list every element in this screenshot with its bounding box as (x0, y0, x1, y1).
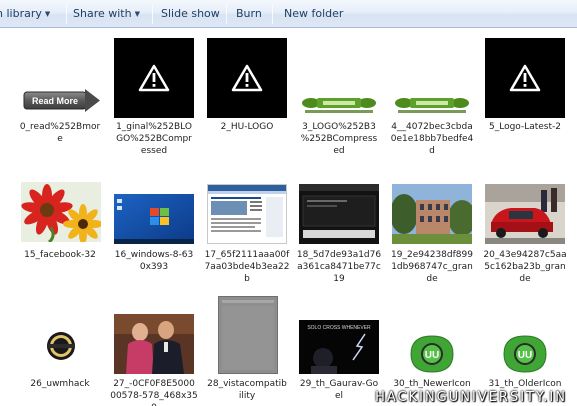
file-name: 26_uwmhack (30, 379, 90, 389)
toolbar-separator (272, 4, 273, 24)
gray-screenshot-thumbnail (218, 296, 278, 374)
file-name: 20_43e94287c5aa 5c162ba23b_gran de (483, 250, 567, 284)
read-more-button-image: Read More (23, 89, 100, 112)
site-watermark: HACKINGUNIVERSITY.IN (375, 390, 567, 405)
gray-screenshot-image (218, 296, 278, 374)
file-name: 1_ginal%252BLO GO%252BCompr essed (116, 122, 192, 156)
round-badge-thumbnail (21, 330, 101, 362)
read-more-thumbnail: Read More (21, 86, 101, 116)
file-name: 29_th_Gaurav-Go el (299, 379, 379, 401)
chevron-down-icon: ▼ (134, 10, 140, 18)
uu-icon-text: UU (425, 350, 439, 361)
warning-icon (231, 64, 263, 92)
uu-icon-thumbnail: UU (500, 334, 550, 374)
slide-show-button[interactable]: Slide show (161, 7, 220, 21)
broken-image-thumbnail (485, 38, 565, 118)
poster-title-text: SOLO CROSS WHENEVER (307, 325, 371, 331)
windows-desktop-thumbnail (114, 194, 194, 244)
file-name: 31_th_OlderIcon (488, 379, 562, 389)
broken-image-thumbnail (114, 38, 194, 118)
dark-screenshot-image (299, 184, 379, 244)
green-banner-logo-image (299, 96, 379, 116)
read-more-text: Read More (32, 96, 78, 106)
chevron-down-icon: ▼ (44, 10, 51, 18)
file-name: 4__4072bec3cbda 0e1e18bb7bedfe4 d (390, 122, 474, 156)
toolbar-separator (152, 4, 153, 24)
command-bar: n library ▼ Share with ▼ Slide show Burn N… (0, 0, 577, 28)
uu-icon-text: UU (518, 350, 532, 361)
burn-button[interactable]: Burn (236, 7, 262, 21)
toolbar-separator (226, 4, 227, 24)
toolbar-separator (66, 4, 67, 24)
warning-icon (138, 64, 170, 92)
warning-icon (509, 64, 541, 92)
file-name: 2_HU-LOGO (220, 122, 274, 132)
round-badge-image (47, 332, 75, 360)
share-with-button[interactable]: Share with ▼ (73, 7, 140, 21)
flower-photo-image (21, 182, 101, 242)
people-photo-image (114, 314, 194, 374)
file-name: 0_read%252Bmor e (19, 122, 101, 144)
green-banner-thumbnail (392, 96, 472, 116)
file-name: 5_Logo-Latest-2 (488, 122, 561, 132)
file-name: 15_facebook-32 (24, 250, 96, 260)
lightning-poster-thumbnail: SOLO CROSS WHENEVER (299, 320, 379, 374)
webpage-screenshot-image (208, 185, 286, 237)
uu-icon-image: UU (503, 335, 547, 373)
file-name: 19_2e94238df899 1db968747c_gran de (391, 250, 473, 284)
webpage-screenshot-thumbnail (207, 184, 287, 244)
building-photo-thumbnail (392, 184, 472, 244)
people-photo-thumbnail (114, 314, 194, 374)
file-name: 16_windows-8-63 0x393 (114, 250, 194, 272)
broken-image-thumbnail (207, 38, 287, 118)
file-name: 18_5d7de93a1d76 a361ca8471be77c 19 (296, 250, 382, 284)
file-name: 3_LOGO%252B3 %252BCompress ed (300, 122, 378, 156)
file-name: 30_th_NewerIcon (393, 379, 471, 389)
car-photo-thumbnail (485, 184, 565, 244)
new-folder-button[interactable]: New folder (284, 7, 343, 21)
lightning-poster-image: SOLO CROSS WHENEVER (299, 320, 379, 374)
uu-icon-image: UU (410, 335, 454, 373)
green-banner-logo-image (392, 96, 472, 116)
dark-screenshot-thumbnail (299, 184, 379, 244)
building-photo-image (392, 184, 472, 244)
flower-photo-thumbnail (21, 182, 101, 242)
file-name: 28_vistacompatib ility (207, 379, 287, 401)
file-name: 27_-0CF0F8E5000 00578-578_468x35 0 (110, 379, 198, 406)
car-photo-image (485, 184, 565, 244)
library-label: n library (0, 7, 42, 20)
green-banner-thumbnail (299, 96, 379, 116)
file-name: 17_65f2111aaa00f 7aa03bde4b3ea22 b (204, 250, 290, 284)
library-menu-button[interactable]: n library ▼ (0, 7, 50, 21)
uu-icon-thumbnail: UU (407, 334, 457, 374)
windows-desktop-image (114, 194, 194, 244)
share-with-label: Share with (73, 7, 132, 20)
